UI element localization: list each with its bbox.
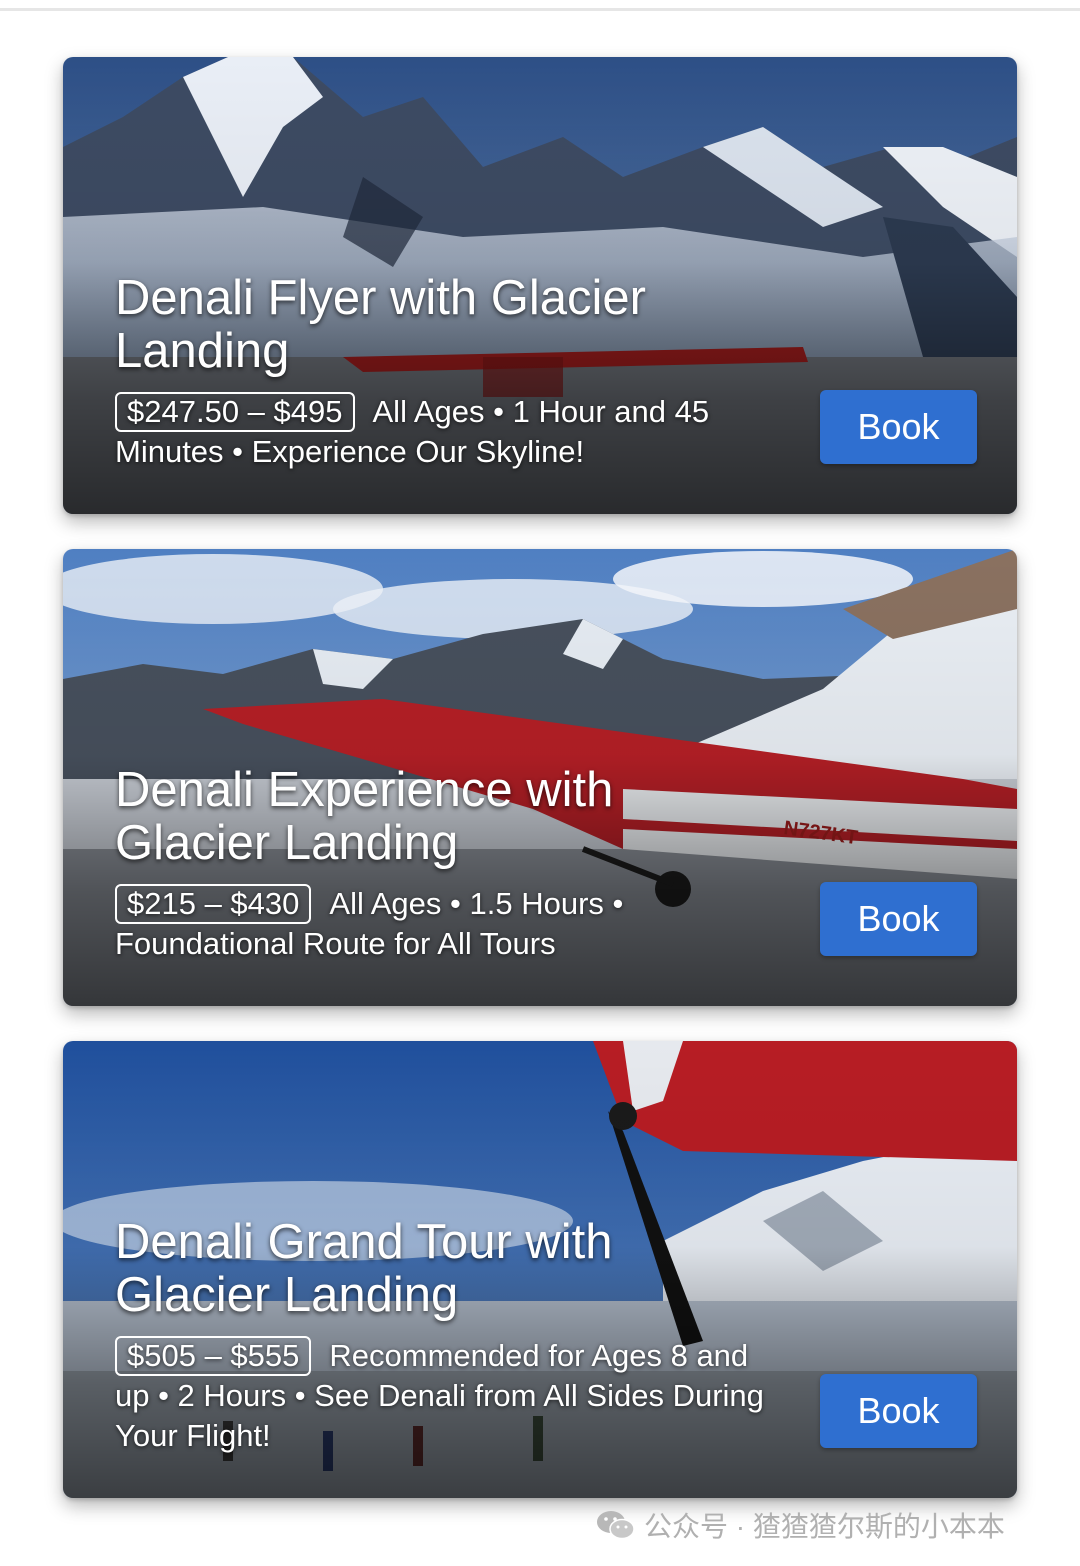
tour-meta: $215 – $430 All Ages • 1.5 Hours • Founda… [115,884,775,964]
top-divider [0,8,1080,11]
book-button[interactable]: Book [820,882,977,956]
price-range-badge: $215 – $430 [115,884,312,924]
book-button[interactable]: Book [820,1374,977,1448]
price-range-badge: $505 – $555 [115,1336,312,1376]
tour-info: Denali Grand Tour with Glacier Landing $… [115,1216,775,1456]
tour-meta: $247.50 – $495 All Ages • 1 Hour and 45 M… [115,392,775,472]
wechat-icon [597,1511,635,1540]
tour-meta: $505 – $555 Recommended for Ages 8 and up… [115,1336,775,1456]
tour-card-denali-experience[interactable]: N727KT Denali Experience with Glacier La… [63,549,1017,1006]
tour-card-denali-grand-tour[interactable]: Denali Grand Tour with Glacier Landing $… [63,1041,1017,1498]
watermark-text: 公众号 · 猹猹猹尔斯的小本本 [644,1511,1005,1542]
book-button[interactable]: Book [820,390,977,464]
watermark: 公众号 · 猹猹猹尔斯的小本本 [596,1505,1005,1545]
tour-card-content: Denali Experience with Glacier Landing $… [115,764,977,964]
price-range-badge: $247.50 – $495 [115,392,355,432]
tour-title: Denali Grand Tour with Glacier Landing [115,1215,613,1322]
tour-title: Denali Flyer with Glacier Landing [115,271,646,378]
tour-info: Denali Flyer with Glacier Landing $247.5… [115,272,775,472]
tour-card-content: Denali Flyer with Glacier Landing $247.5… [115,272,977,472]
tour-card-content: Denali Grand Tour with Glacier Landing $… [115,1216,977,1456]
tour-card-denali-flyer[interactable]: Denali Flyer with Glacier Landing $247.5… [63,57,1017,514]
tour-title: Denali Experience with Glacier Landing [115,763,614,870]
tour-info: Denali Experience with Glacier Landing $… [115,764,775,964]
